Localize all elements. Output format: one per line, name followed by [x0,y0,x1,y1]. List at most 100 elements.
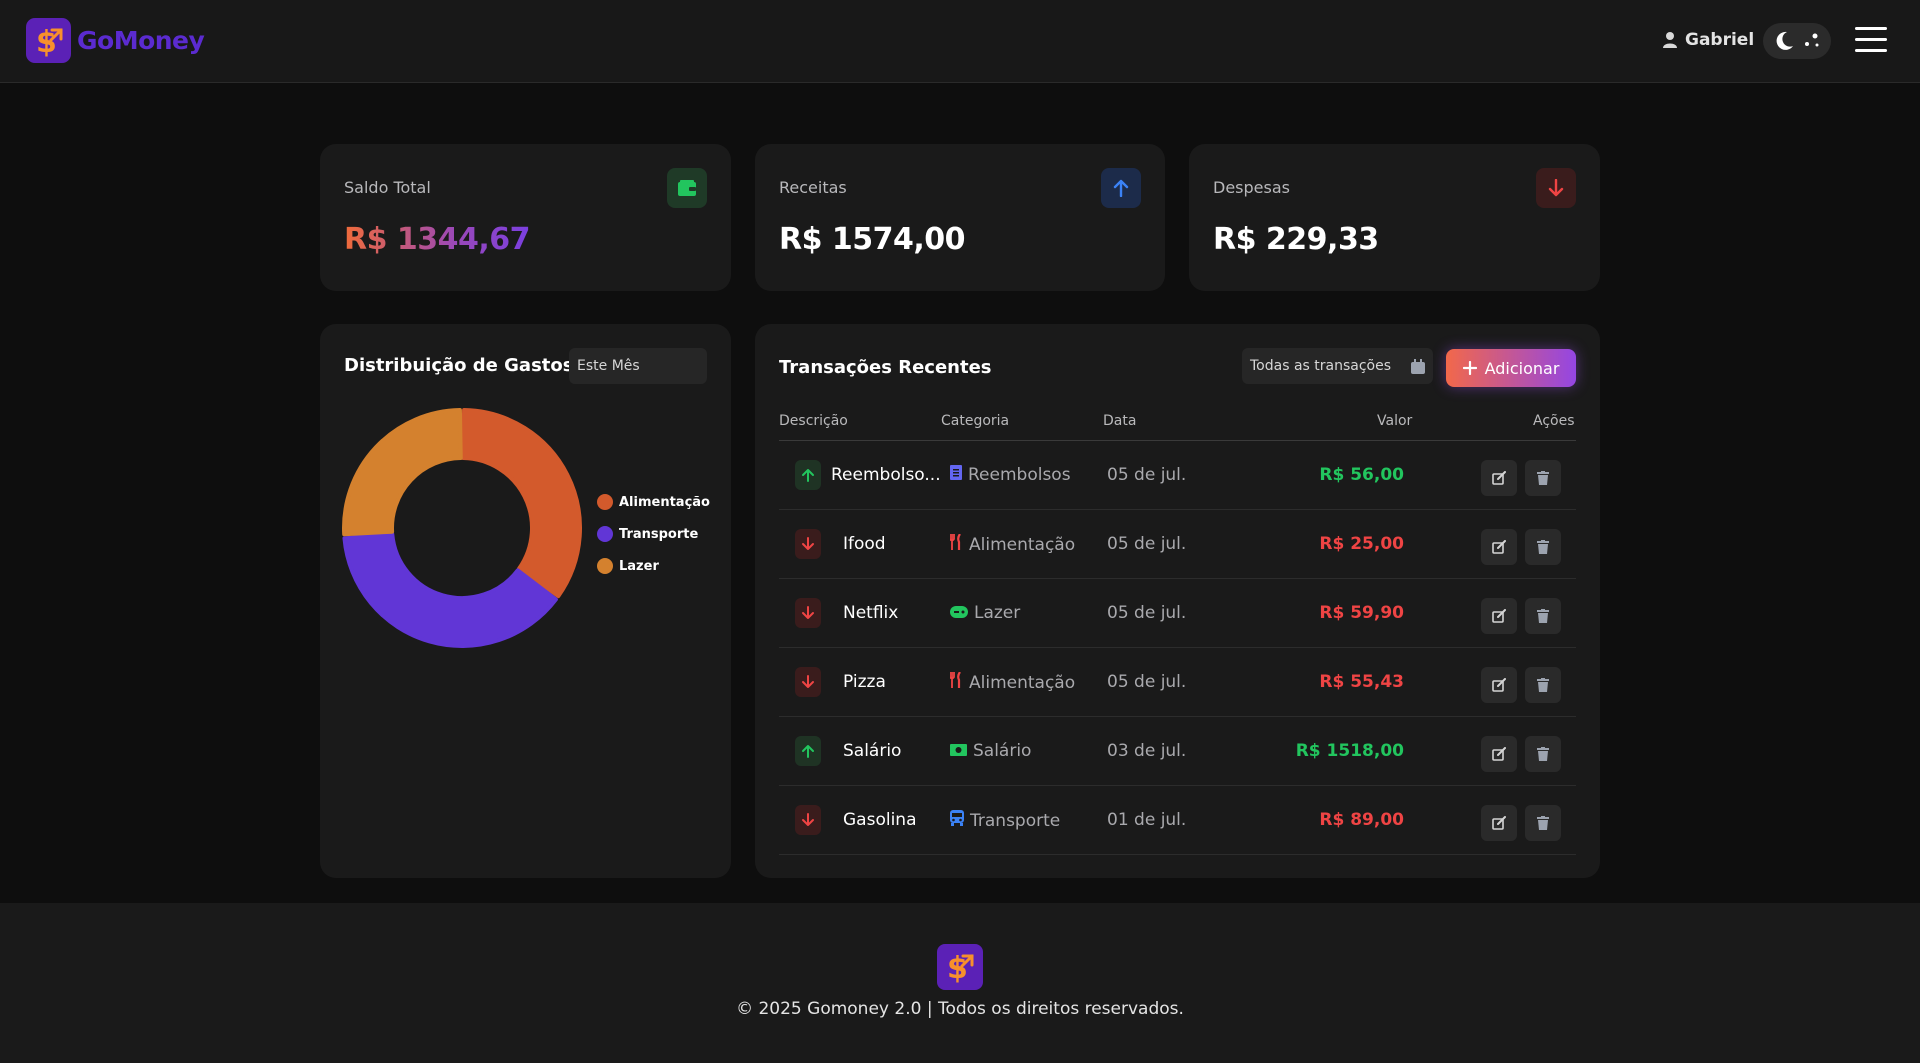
transaction-description: Pizza [843,672,886,692]
edit-button[interactable] [1481,598,1517,634]
distribution-title: Distribuição de Gastos [344,355,574,376]
delete-button[interactable] [1525,598,1561,634]
transaction-category: Alimentação [949,533,1076,555]
transaction-category: Reembolsos [950,465,1071,485]
income-arrow-icon [795,736,821,766]
legend-item: Transporte [597,518,710,550]
menu-icon-line [1855,49,1887,52]
transaction-date: 05 de jul. [1107,603,1187,623]
period-select-value: Este Mês [577,358,640,374]
transaction-value: R$ 56,00 [1319,465,1404,485]
transaction-value: R$ 89,00 [1319,810,1404,830]
delete-button[interactable] [1525,529,1561,565]
transaction-category-label: Alimentação [969,534,1076,555]
legend-dot [597,558,613,574]
edit-icon [1492,747,1506,761]
edit-icon [1492,540,1506,554]
utensils-icon [949,533,963,555]
user-name: Gabriel [1685,30,1755,50]
legend-dot [597,494,613,510]
money-icon [950,741,967,761]
expense-arrow-icon [795,529,821,559]
transaction-category: Salário [950,741,1031,761]
edit-button[interactable] [1481,529,1517,565]
menu-icon-line [1855,27,1887,30]
utensils-icon [949,671,963,693]
transaction-value: R$ 1518,00 [1295,741,1404,761]
edit-icon [1492,678,1506,692]
edit-icon [1492,471,1506,485]
transaction-description: Salário [843,741,902,761]
column-header-description: Descrição [779,413,848,429]
table-row: Pizza Alimentação 05 de jul. R$ 55,43 [779,648,1576,717]
table-row: Salário Salário 03 de jul. R$ 1518,00 [779,717,1576,786]
column-header-date: Data [1103,413,1137,429]
transaction-filter-value: Todas as transações [1250,358,1392,374]
balance-label: Saldo Total [344,178,431,197]
legend-label: Lazer [619,558,659,574]
add-transaction-button[interactable]: Adicionar [1446,349,1576,387]
income-card: Receitas R$ 1574,00 [755,144,1165,291]
legend-item: Lazer [597,550,710,582]
app-logo[interactable]: $ GoMoney [26,18,205,63]
transaction-category-label: Reembolsos [968,465,1071,485]
transaction-category: Lazer [950,603,1020,623]
expense-label: Despesas [1213,178,1290,197]
transaction-description: Netflix [843,603,899,623]
transaction-category-label: Alimentação [969,672,1076,693]
arrow-down-icon [1536,168,1576,208]
trash-icon [1537,678,1549,692]
delete-button[interactable] [1525,667,1561,703]
expense-value: R$ 229,33 [1213,222,1379,257]
expense-arrow-icon [795,805,821,835]
transaction-date: 05 de jul. [1107,672,1187,692]
edit-button[interactable] [1481,736,1517,772]
add-button-label: Adicionar [1484,358,1560,378]
transaction-category-label: Transporte [970,810,1061,831]
edit-button[interactable] [1481,460,1517,496]
receipt-icon [950,465,962,485]
edit-icon [1492,609,1506,623]
period-select[interactable]: Este Mês [569,348,707,384]
balance-card: Saldo Total R$ 1344,67 [320,144,731,291]
delete-button[interactable] [1525,460,1561,496]
transaction-category-label: Lazer [974,603,1021,623]
footer-copyright: © 2025 Gomoney 2.0 | Todos os direitos r… [736,999,1184,1019]
menu-icon-line [1855,38,1887,41]
table-row: Ifood Alimentação 05 de jul. R$ 25,00 [779,510,1576,579]
column-header-category: Categoria [941,413,1010,429]
table-row: Netflix Lazer 05 de jul. R$ 59,90 [779,579,1576,648]
trash-icon [1537,816,1549,830]
menu-button[interactable] [1855,27,1887,55]
trash-icon [1537,747,1549,761]
trash-icon [1537,609,1549,623]
delete-button[interactable] [1525,736,1561,772]
transaction-description: Ifood [843,534,886,554]
legend-label: Alimentação [619,494,710,510]
table-row: Reembolso... Reembolsos 05 de jul. R$ 56… [779,441,1576,510]
wallet-icon [667,168,707,208]
column-header-value: Valor [1377,413,1413,429]
edit-button[interactable] [1481,667,1517,703]
legend-dot [597,526,613,542]
income-label: Receitas [779,178,847,197]
trash-icon [1537,540,1549,554]
transaction-date: 05 de jul. [1107,534,1187,554]
transaction-description: Reembolso... [831,465,941,485]
app-name: GoMoney [77,26,205,55]
logo-icon: $ [26,18,71,63]
transaction-filter-select[interactable]: Todas as transações [1242,348,1433,384]
table-row: Gasolina Transporte 01 de jul. R$ 89,00 [779,786,1576,855]
expense-arrow-icon [795,598,821,628]
theme-toggle[interactable] [1763,23,1831,59]
edit-icon [1492,816,1506,830]
user-menu[interactable]: Gabriel [1663,30,1754,50]
transaction-category-label: Salário [973,741,1032,761]
balance-value: R$ 1344,67 [344,222,531,257]
user-icon [1663,32,1677,48]
transaction-value: R$ 59,90 [1319,603,1404,623]
edit-button[interactable] [1481,805,1517,841]
stars-icon [1805,33,1819,47]
delete-button[interactable] [1525,805,1561,841]
transaction-value: R$ 25,00 [1319,534,1404,554]
